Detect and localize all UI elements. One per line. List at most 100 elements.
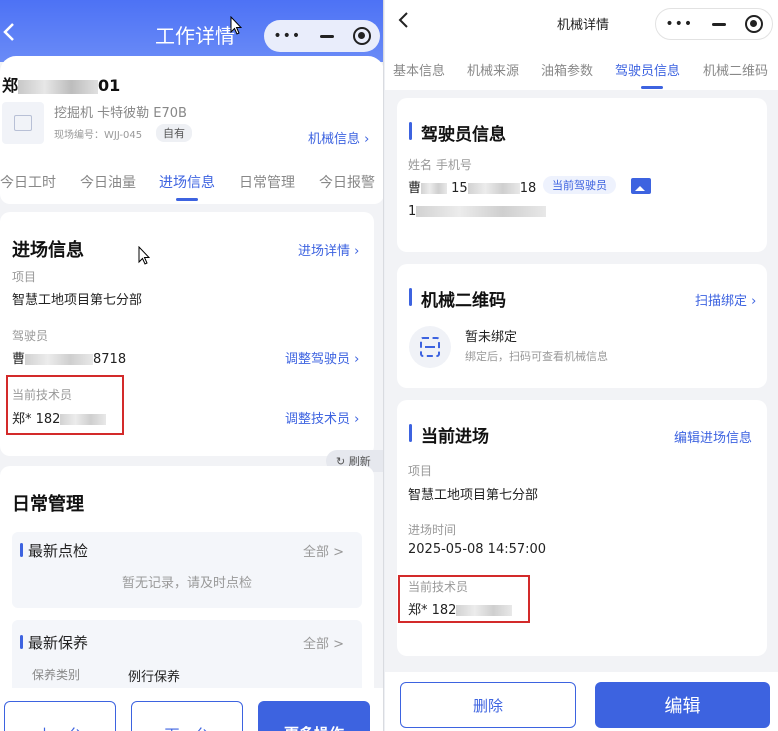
minimize-icon[interactable]	[319, 34, 334, 38]
redacted-blur	[25, 354, 94, 365]
active-tab-indicator	[176, 198, 198, 201]
photo-icon[interactable]	[631, 178, 651, 194]
tab-machine-source[interactable]: 机械来源	[467, 60, 519, 79]
work-detail-footer: 上一台 下一台 更多操作	[0, 688, 383, 731]
mini-program-capsule: •••	[264, 20, 380, 52]
close-target-icon[interactable]	[352, 27, 371, 45]
chevron-left-icon	[398, 12, 408, 28]
project-value: 智慧工地项目第七分部	[12, 293, 143, 308]
latest-maintenance-title: 最新保养	[19, 634, 89, 652]
more-dots-icon[interactable]: •••	[665, 16, 693, 32]
qr-placeholder	[409, 326, 451, 368]
edit-button[interactable]: 编辑	[595, 682, 770, 728]
delete-button[interactable]: 删除	[400, 682, 576, 728]
redacted-blur	[18, 79, 99, 94]
work-detail-panel: 工作详情 ••• 郑 01 挖掘机 卡特彼勒 E70B 现场编号：WJJ-045 …	[0, 0, 384, 731]
maintenance-type-label: 保养类别	[32, 668, 81, 682]
driver-name-phone: 曹 15 18	[408, 177, 536, 196]
page-title: 工作详情	[155, 24, 235, 48]
image-placeholder-icon	[14, 115, 32, 131]
page-title: 机械详情	[556, 18, 609, 33]
machine-info-link-label: 机械信息	[308, 132, 361, 147]
maintenance-all-link[interactable]: 全部 >	[303, 633, 344, 652]
redacted-blur	[416, 206, 547, 217]
driver-value-prefix: 曹	[12, 352, 26, 367]
tab-basic-info[interactable]: 基本信息	[393, 60, 445, 79]
driver-id-prefix: 1	[408, 204, 417, 219]
current-entry-title: 当前进场	[409, 422, 489, 447]
minimize-icon[interactable]	[711, 22, 726, 26]
machine-qr-title: 机械二维码	[409, 286, 506, 311]
redacted-blur	[421, 183, 448, 194]
mouse-cursor-icon	[138, 246, 150, 265]
scan-bind-label: 扫描绑定	[695, 294, 748, 309]
machine-detail-footer: 删除 编辑	[385, 672, 778, 731]
machine-qr-card: 机械二维码 扫描绑定 › 暂未绑定 绑定后，扫码可查看机械信息	[397, 264, 767, 388]
driver-info-card: 驾驶员信息 姓名 手机号 曹 15 18 当前驾驶员 1	[397, 98, 767, 252]
entry-detail-link[interactable]: 进场详情 ›	[298, 240, 359, 259]
edit-entry-link[interactable]: 编辑进场信息	[674, 427, 752, 446]
adjust-technician-label: 调整技术员	[285, 412, 351, 427]
adjust-technician-button[interactable]: 调整技术员 ›	[285, 408, 359, 427]
tab-today-alarm[interactable]: 今日报警	[319, 160, 375, 192]
machine-name-suffix: 01	[98, 76, 121, 95]
project-label: 项目	[408, 464, 433, 478]
scan-bind-link[interactable]: 扫描绑定 ›	[695, 290, 756, 309]
close-target-icon[interactable]	[744, 15, 763, 33]
more-actions-button[interactable]: 更多操作	[258, 701, 370, 731]
chevron-left-icon	[3, 23, 14, 41]
maintenance-all-label: 全部	[302, 637, 329, 652]
tab-daily-management[interactable]: 日常管理	[239, 160, 295, 192]
project-value: 智慧工地项目第七分部	[408, 488, 539, 503]
screenshot-root: 工作详情 ••• 郑 01 挖掘机 卡特彼勒 E70B 现场编号：WJJ-045 …	[0, 0, 778, 731]
inspection-empty-text: 暂无记录，请及时点检	[121, 576, 252, 591]
project-label: 项目	[12, 270, 37, 284]
qr-hint: 绑定后，扫码可查看机械信息	[465, 350, 608, 363]
tab-today-hours[interactable]: 今日工时	[0, 160, 56, 192]
driver-name-prefix: 曹	[408, 181, 422, 196]
work-detail-header: 工作详情 •••	[0, 0, 383, 62]
inspection-all-link[interactable]: 全部 >	[303, 541, 344, 560]
more-dots-icon[interactable]: •••	[273, 28, 301, 44]
active-tab-indicator	[641, 86, 663, 89]
chevron-right-icon: ›	[747, 294, 757, 309]
driver-label: 驾驶员	[12, 329, 49, 343]
driver-phone-prefix: 15	[451, 181, 468, 196]
machine-info-link[interactable]: 机械信息 ›	[308, 128, 369, 147]
entry-detail-label: 进场详情	[298, 244, 351, 259]
tab-entry-info[interactable]: 进场信息	[159, 160, 215, 192]
tab-tank-params[interactable]: 油箱参数	[541, 60, 593, 79]
chevron-right-icon: ›	[350, 412, 360, 427]
maintenance-type-value: 例行保养	[128, 670, 181, 685]
next-machine-button[interactable]: 下一台	[131, 701, 243, 731]
latest-inspection-title: 最新点检	[19, 542, 89, 560]
driver-phone-suffix: 18	[519, 181, 537, 196]
daily-management-card: 日常管理 最新点检 全部 > 暂无记录，请及时点检 最新保养 全部 > 保养类别…	[0, 466, 374, 726]
latest-inspection-section: 最新点检 全部 > 暂无记录，请及时点检	[12, 532, 362, 608]
machine-detail-panel: 机械详情 ••• 基本信息 机械来源 油箱参数 驾驶员信息 机械二维码 驾驶员信…	[385, 0, 778, 731]
tab-driver-info[interactable]: 驾驶员信息	[615, 60, 680, 79]
back-button[interactable]	[397, 10, 409, 35]
machine-detail-header: 机械详情 ••• 基本信息 机械来源 油箱参数 驾驶员信息 机械二维码	[385, 0, 778, 90]
driver-info-title: 驾驶员信息	[409, 120, 506, 145]
tab-machine-qr[interactable]: 机械二维码	[703, 60, 768, 79]
driver-value: 曹 8718	[12, 348, 126, 367]
current-driver-badge: 当前驾驶员	[543, 176, 616, 194]
entry-info-title: 进场信息	[12, 240, 84, 261]
chevron-right-icon: ›	[350, 352, 360, 367]
tab-today-oil[interactable]: 今日油量	[80, 160, 136, 192]
highlight-box	[6, 375, 124, 435]
driver-value-suffix: 8718	[93, 352, 127, 367]
scan-icon	[420, 337, 440, 357]
chevron-right-icon: ›	[350, 244, 360, 259]
machine-thumbnail[interactable]	[2, 102, 44, 144]
back-button[interactable]	[2, 22, 16, 46]
daily-management-title: 日常管理	[12, 494, 84, 515]
machine-model: 挖掘机 卡特彼勒 E70B	[54, 106, 187, 121]
entry-time-label: 进场时间	[408, 523, 457, 537]
adjust-driver-button[interactable]: 调整驾驶员 ›	[285, 348, 359, 367]
prev-machine-button[interactable]: 上一台	[4, 701, 116, 731]
chevron-right-icon: ›	[360, 132, 370, 147]
ownership-badge: 自有	[156, 124, 192, 142]
chevron-right-icon: >	[328, 545, 344, 560]
